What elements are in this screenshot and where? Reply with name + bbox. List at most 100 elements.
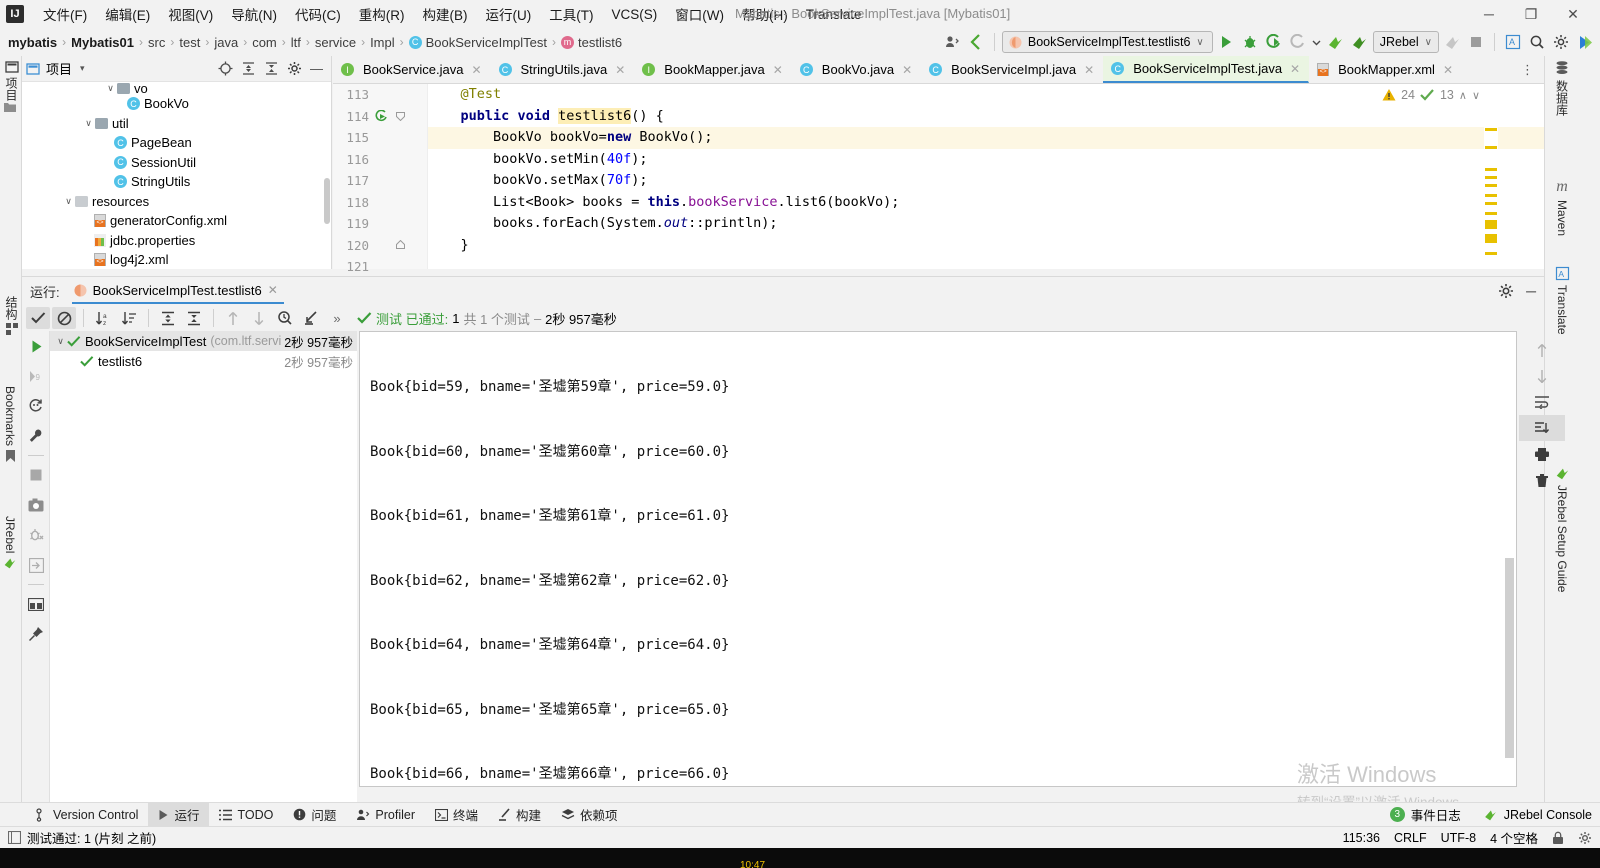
layout-icon[interactable] — [22, 589, 50, 619]
pin-icon[interactable] — [22, 619, 50, 649]
tab-close-icon[interactable]: ✕ — [615, 63, 625, 77]
sort-duration-icon[interactable] — [117, 307, 141, 329]
code-editor[interactable]: 113 114 115 116 117 118 119 120 121 @Tes… — [333, 84, 1544, 274]
tab-close-icon[interactable]: ✕ — [1084, 63, 1094, 77]
import-icon[interactable] — [22, 550, 50, 580]
menu-item-window[interactable]: 窗口(W) — [666, 1, 733, 27]
tab-close-icon[interactable]: ✕ — [773, 63, 783, 77]
prev-inspection-icon[interactable]: ∧ — [1459, 89, 1467, 102]
line-separator[interactable]: CRLF — [1394, 831, 1427, 845]
tree-item-resources[interactable]: ∨ resources — [22, 192, 331, 212]
run-tab-testlist6[interactable]: BookServiceImplTest.testlist6 ✕ — [71, 278, 284, 304]
test-tree-row-method[interactable]: testlist6 2秒 957毫秒 — [50, 351, 357, 371]
sidebar-item-folder[interactable] — [3, 101, 17, 113]
bottom-item-terminal[interactable]: 终端 — [425, 802, 488, 827]
gear-icon[interactable] — [1578, 831, 1592, 845]
clear-all-icon[interactable] — [1519, 467, 1565, 493]
scroll-up-icon[interactable] — [1519, 337, 1565, 363]
file-encoding[interactable]: UTF-8 — [1441, 831, 1476, 845]
chevron-down-icon[interactable]: ∨ — [82, 118, 95, 129]
run-configuration-selector[interactable]: BookServiceImplTest.testlist6 ∨ — [1001, 31, 1213, 53]
lock-icon[interactable] — [1552, 831, 1564, 845]
project-tree-scrollbar[interactable] — [324, 178, 330, 224]
profiler-icon[interactable] — [941, 31, 963, 53]
tree-item-stringutils[interactable]: C StringUtils — [22, 172, 331, 192]
menu-item-run[interactable]: 运行(U) — [477, 1, 541, 27]
chevron-down-icon[interactable]: ∨ — [62, 196, 75, 207]
tab-bookserviceimpl-java[interactable]: C BookServiceImpl.java ✕ — [921, 56, 1103, 83]
project-tree[interactable]: ∨ vo C BookVo ∨ util C PageBean C Sessio… — [22, 82, 331, 268]
breadcrumb-testlist6[interactable]: testlist6 — [578, 35, 622, 50]
sidebar-item-bookmarks[interactable]: Bookmarks — [3, 386, 17, 463]
breadcrumb-impl[interactable]: Impl — [370, 35, 395, 50]
next-failed-icon[interactable] — [247, 307, 271, 329]
tab-bookmapper-xml[interactable]: BookMapper.xml ✕ — [1309, 56, 1462, 83]
run-with-coverage-icon[interactable] — [1263, 31, 1285, 53]
tree-item-sessionutil[interactable]: C SessionUtil — [22, 153, 331, 173]
bottom-item-version-control[interactable]: Version Control — [26, 805, 148, 825]
bottom-item-problems[interactable]: 问题 — [283, 802, 346, 827]
breadcrumb-com[interactable]: com — [252, 35, 277, 50]
locate-icon[interactable] — [218, 61, 233, 76]
chevron-down-icon[interactable]: ▾ — [80, 63, 85, 74]
more-actions-icon[interactable]: » — [325, 307, 349, 329]
bottom-item-todo[interactable]: TODO — [209, 805, 283, 825]
settings-icon[interactable] — [1550, 31, 1572, 53]
show-passed-icon[interactable] — [26, 307, 50, 329]
tab-bookserviceimpltest-java[interactable]: C BookServiceImplTest.java ✕ — [1103, 56, 1310, 83]
test-tree-row-class[interactable]: ∨ BookServiceImplTest (com.ltf.servi 2秒 … — [50, 331, 357, 351]
tab-close-icon[interactable]: ✕ — [1443, 63, 1453, 77]
test-results-tree[interactable]: ∨ BookServiceImplTest (com.ltf.servi 2秒 … — [50, 331, 357, 813]
breadcrumb-service[interactable]: service — [315, 35, 356, 50]
run-tab-close-icon[interactable]: ✕ — [268, 283, 278, 297]
tab-bookservice-java[interactable]: I BookService.java ✕ — [333, 56, 491, 83]
editor-marker-bar[interactable] — [1484, 106, 1498, 266]
breadcrumb-src[interactable]: src — [148, 35, 165, 50]
bottom-item-run[interactable]: 运行 — [148, 802, 210, 827]
fold-collapse-icon[interactable] — [396, 112, 405, 121]
tab-close-icon[interactable]: ✕ — [902, 63, 912, 77]
jrebel-debug-icon[interactable] — [1349, 31, 1371, 53]
console-scrollbar[interactable] — [1505, 558, 1514, 758]
run-icon[interactable] — [1215, 31, 1237, 53]
tab-close-icon[interactable]: ✕ — [1290, 62, 1300, 76]
tree-item-log4j2[interactable]: log4j2.xml — [22, 250, 331, 268]
chevron-down-icon[interactable]: ∨ — [54, 336, 67, 347]
run-test-gutter-icon[interactable] — [374, 110, 387, 123]
ai-assistant-icon[interactable] — [1574, 31, 1596, 53]
scroll-down-icon[interactable] — [1519, 363, 1565, 389]
profile-run-icon[interactable] — [1287, 31, 1309, 53]
inspection-widget[interactable]: 24 13 ∧ ∨ — [1382, 88, 1480, 102]
jrebel-console-item[interactable]: JRebel Console — [1483, 808, 1592, 822]
tab-close-icon[interactable]: ✕ — [471, 63, 481, 77]
sidebar-item-jrebel[interactable]: JRebel — [3, 516, 17, 570]
print-icon[interactable] — [1519, 441, 1565, 467]
sidebar-item-translate[interactable]: A Translate — [1545, 266, 1579, 335]
maximize-button[interactable]: ❐ — [1510, 0, 1552, 28]
rerun-failed-icon[interactable]: 9 — [22, 361, 50, 391]
jrebel-run-icon[interactable] — [1325, 31, 1347, 53]
bottom-item-dependencies[interactable]: 依赖项 — [551, 802, 628, 827]
sidebar-item-database[interactable]: 数据库 — [1545, 60, 1579, 116]
fold-end-icon[interactable] — [396, 240, 405, 249]
tab-stringutils-java[interactable]: C StringUtils.java ✕ — [491, 56, 635, 83]
menu-item-vcs[interactable]: VCS(S) — [603, 4, 667, 25]
sidebar-item-maven[interactable]: m Maven — [1545, 178, 1579, 236]
minimize-button[interactable]: ─ — [1468, 0, 1510, 28]
breadcrumb-mybatis01[interactable]: Mybatis01 — [71, 35, 134, 50]
sidebar-item-project[interactable]: 项目 — [3, 60, 20, 101]
tree-item-pagebean[interactable]: C PageBean — [22, 133, 331, 153]
screenshot-icon[interactable] — [22, 490, 50, 520]
rerun-automatically-icon[interactable] — [22, 391, 50, 421]
menu-item-build[interactable]: 构建(B) — [414, 1, 477, 27]
event-log-item[interactable]: 3 事件日志 — [1389, 805, 1461, 824]
tree-item-generatorconfig[interactable]: generatorConfig.xml — [22, 211, 331, 231]
menu-item-code[interactable]: 代码(C) — [286, 1, 350, 27]
jrebel-selector[interactable]: JRebel ∨ — [1372, 31, 1439, 53]
sidebar-item-structure[interactable]: 结构 — [3, 296, 20, 335]
translate-icon[interactable]: A — [1502, 31, 1524, 53]
gear-icon[interactable] — [1498, 283, 1514, 299]
menu-item-navigate[interactable]: 导航(N) — [222, 1, 286, 27]
caret-position[interactable]: 115:36 — [1343, 831, 1380, 845]
expand-all-icon[interactable] — [156, 307, 180, 329]
